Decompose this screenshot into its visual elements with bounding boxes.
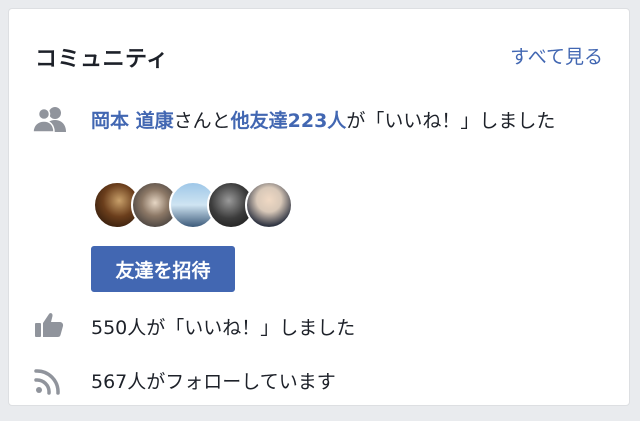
see-all-link[interactable]: すべて見る bbox=[510, 42, 603, 69]
section-title: コミュニティ bbox=[35, 47, 169, 72]
connector-text: さんと bbox=[173, 110, 231, 132]
avatar[interactable] bbox=[245, 181, 293, 229]
likes-suffix-text: が「いいね！」しました bbox=[346, 110, 556, 132]
invite-friends-button[interactable]: 友達を招待 bbox=[91, 246, 235, 292]
friend-name-link[interactable]: 岡本 道康 bbox=[91, 110, 174, 132]
friend-avatars bbox=[93, 181, 313, 231]
rss-feed-icon bbox=[33, 367, 67, 395]
friends-like-text: 岡本 道康さんと他友達223人が「いいね！」しました bbox=[91, 105, 611, 138]
followers-count-text: 567人がフォローしています bbox=[91, 371, 336, 393]
thumbs-up-icon bbox=[33, 311, 67, 339]
other-friends-link[interactable]: 他友達223人 bbox=[231, 110, 347, 132]
likes-count-text: 550人が「いいね！」しました bbox=[91, 317, 356, 339]
friends-icon bbox=[32, 105, 67, 133]
community-card: コミュニティ すべて見る 岡本 道康さんと他友達223人が「いいね！」しました … bbox=[8, 8, 630, 406]
